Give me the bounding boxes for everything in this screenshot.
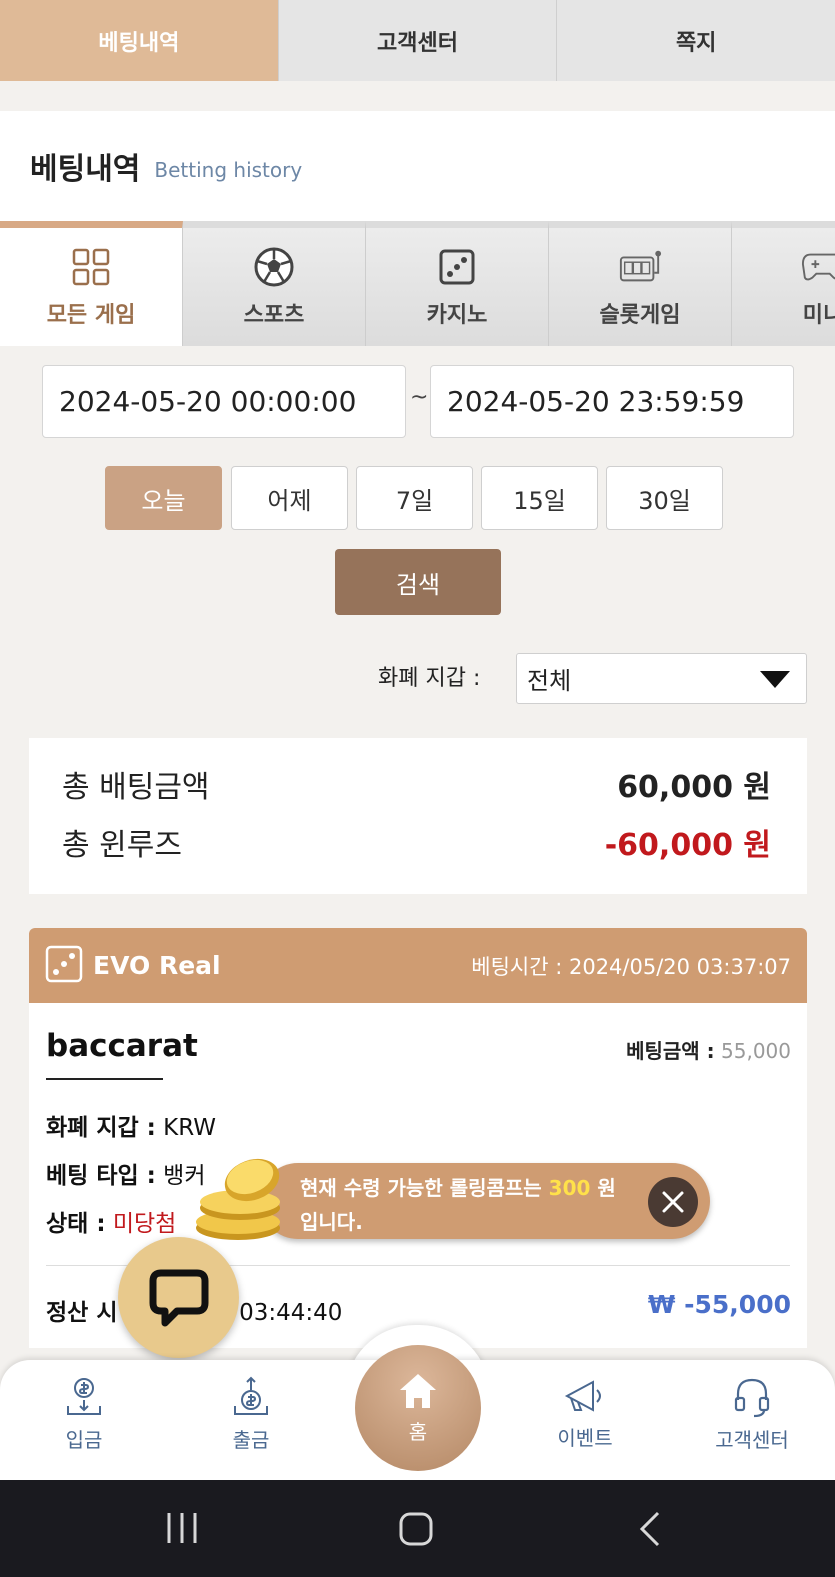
game-tab-label: 미니: [802, 303, 835, 328]
status-badge: 미당첨: [112, 1211, 177, 1237]
tab-customer-center[interactable]: 고객센터: [278, 0, 558, 81]
bet-card-header: EVO Real 베팅시간 : 2024/05/20 03:37:07: [29, 928, 807, 1003]
grid-icon: [69, 245, 113, 289]
tab-betting-history[interactable]: 베팅내역: [0, 0, 279, 81]
toast-close-button[interactable]: [648, 1177, 698, 1227]
toast-message: 현재 수령 가능한 롤링콤프는 300 원 입니다.: [300, 1176, 616, 1234]
gamepad-icon: [801, 245, 835, 289]
game-category-tabs: 모든 게임 스포츠 카지노 슬롯게임 미니: [0, 221, 835, 346]
game-name: baccarat: [46, 1028, 198, 1080]
game-tab-sports[interactable]: 스포츠: [183, 221, 366, 346]
deposit-icon: [67, 1378, 101, 1415]
withdraw-icon: [234, 1376, 268, 1415]
rolling-comp-toast: 현재 수령 가능한 롤링콤프는 300 원 입니다.: [260, 1163, 710, 1239]
game-tab-casino[interactable]: 카지노: [366, 221, 549, 346]
total-bet-value: 60,000 원: [617, 770, 771, 805]
range-15days-button[interactable]: 15일: [481, 466, 598, 530]
game-tab-all[interactable]: 모든 게임: [0, 221, 183, 346]
headset-icon: [734, 1378, 770, 1418]
end-date-input[interactable]: 2024-05-20 23:59:59: [430, 365, 794, 438]
start-date-input[interactable]: 2024-05-20 00:00:00: [42, 365, 406, 438]
dice-icon: [45, 945, 83, 987]
search-button[interactable]: 검색: [335, 549, 501, 615]
bet-amount: 베팅금액 : 55,000: [626, 1039, 791, 1063]
total-winloss-value: -60,000 원: [604, 828, 771, 863]
nav-home-button[interactable]: 홈: [355, 1345, 481, 1471]
game-tab-label: 스포츠: [243, 303, 305, 328]
nav-label: 출금: [232, 1428, 270, 1452]
wallet-filter-select[interactable]: 전체: [516, 653, 807, 704]
total-winloss-label: 총 윈루즈: [62, 828, 182, 863]
nav-deposit[interactable]: 입금: [29, 1376, 139, 1453]
bet-type-info: 베팅 타입 : 뱅커: [46, 1163, 206, 1189]
game-tab-label: 카지노: [426, 303, 488, 328]
page-subtitle: Betting history: [154, 158, 303, 182]
close-icon: [662, 1191, 684, 1213]
megaphone-icon: [564, 1380, 601, 1412]
top-tab-bar: 베팅내역 고객센터 쪽지: [0, 0, 835, 81]
game-tab-mini[interactable]: 미니: [732, 221, 835, 346]
nav-label: 홈: [408, 1419, 428, 1444]
settle-amount: ₩ -55,000: [647, 1290, 791, 1319]
home-icon: [400, 1373, 436, 1408]
page-title: 베팅내역: [30, 152, 141, 187]
dropdown-caret-icon: [760, 671, 790, 688]
live-chat-button[interactable]: [118, 1237, 239, 1358]
soccer-ball-icon: [252, 245, 296, 289]
bet-summary-panel: 총 배팅금액 60,000 원 총 윈루즈 -60,000 원: [29, 738, 807, 894]
recent-apps-icon[interactable]: [165, 1511, 199, 1545]
nav-label: 고객센터: [715, 1428, 789, 1452]
total-winloss-row: 총 윈루즈 -60,000 원: [62, 820, 771, 864]
dice-icon: [435, 245, 479, 289]
wallet-filter-value: 전체: [527, 667, 572, 695]
range-today-button[interactable]: 오늘: [105, 466, 222, 530]
total-bet-label: 총 배팅금액: [62, 770, 210, 805]
slot-machine-icon: [618, 245, 662, 289]
status-info: 상태 : 미당첨: [46, 1211, 177, 1237]
gold-coins-icon: [196, 1158, 280, 1240]
system-nav-bar: [0, 1480, 835, 1577]
tab-messages[interactable]: 쪽지: [557, 0, 835, 81]
game-tab-label: 모든 게임: [46, 303, 136, 328]
nav-label: 입금: [65, 1428, 103, 1452]
date-separator: ~: [410, 385, 429, 410]
game-tab-slots[interactable]: 슬롯게임: [549, 221, 732, 346]
range-7days-button[interactable]: 7일: [356, 466, 473, 530]
page-header: 베팅내역 Betting history: [0, 111, 835, 221]
game-tab-label: 슬롯게임: [599, 303, 681, 328]
nav-customer-center[interactable]: 고객센터: [697, 1376, 807, 1453]
chat-bubble-icon: [149, 1269, 208, 1326]
wallet-filter-label: 화폐 지갑 :: [378, 666, 481, 691]
total-bet-row: 총 배팅금액 60,000 원: [62, 762, 771, 806]
home-system-icon[interactable]: [398, 1511, 434, 1547]
back-icon[interactable]: [638, 1511, 662, 1547]
wallet-info: 화폐 지갑 : KRW: [46, 1115, 217, 1141]
nav-withdraw[interactable]: 출금: [196, 1376, 306, 1453]
bet-time: 베팅시간 : 2024/05/20 03:37:07: [471, 954, 791, 979]
range-yesterday-button[interactable]: 어제: [231, 466, 348, 530]
range-30days-button[interactable]: 30일: [606, 466, 723, 530]
provider-name: EVO Real: [93, 951, 221, 980]
nav-label: 이벤트: [557, 1426, 613, 1450]
nav-event[interactable]: 이벤트: [530, 1376, 640, 1451]
